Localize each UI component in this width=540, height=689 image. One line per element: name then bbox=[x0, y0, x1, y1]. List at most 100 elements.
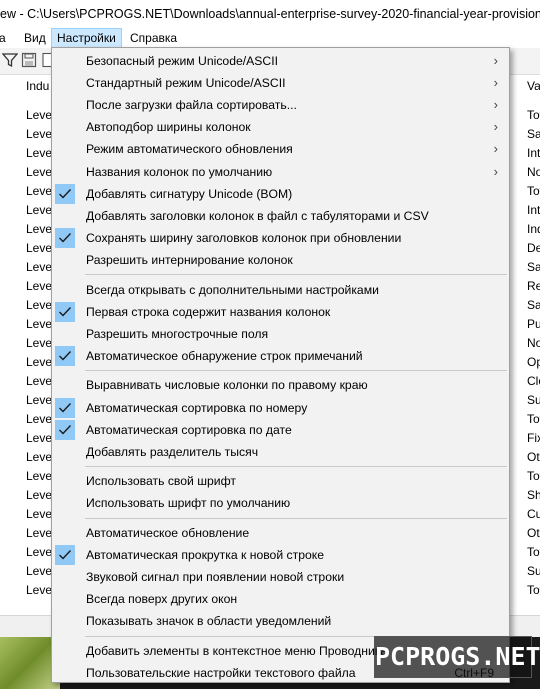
menu-item[interactable]: Автоматическое обнаружение строк примеча… bbox=[53, 345, 508, 367]
list-cell-left[interactable]: Leve bbox=[26, 507, 52, 521]
menu-item[interactable]: Автоматическая сортировка по дате bbox=[53, 419, 508, 441]
list-cell-left[interactable]: Leve bbox=[26, 260, 52, 274]
watermark-text: PCPROGS.NET bbox=[375, 642, 540, 671]
menu-item-label: Добавить элементы в контекстное меню Про… bbox=[86, 644, 388, 658]
menu-item[interactable]: Первая строка содержит названия колонок bbox=[53, 301, 508, 323]
list-cell-right[interactable]: Re bbox=[527, 279, 540, 293]
list-cell-right[interactable]: Ot bbox=[527, 526, 540, 540]
watermark-logo: PCPROGS.NET bbox=[374, 636, 540, 678]
menu-item-label: Разрешить интернирование колонок bbox=[86, 252, 293, 267]
menu-item[interactable]: Добавлять сигнатуру Unicode (BOM) bbox=[53, 183, 508, 205]
checkmark-icon bbox=[55, 227, 75, 248]
list-cell-left[interactable]: Leve bbox=[26, 279, 52, 293]
menu-help[interactable]: Справка bbox=[125, 29, 182, 47]
list-cell-right[interactable]: Pu bbox=[527, 317, 540, 331]
list-cell-left[interactable]: Leve bbox=[26, 526, 52, 540]
list-cell-left[interactable]: Leve bbox=[26, 298, 52, 312]
list-cell-right[interactable]: Tot bbox=[527, 184, 540, 198]
list-cell-right[interactable]: Ind bbox=[527, 222, 540, 236]
list-cell-right[interactable]: Su bbox=[527, 564, 540, 578]
menu-item-label: Всегда открывать с дополнительными настр… bbox=[86, 282, 379, 297]
list-cell-right[interactable]: Cu bbox=[527, 507, 540, 521]
menu-item[interactable]: Всегда поверх других окон bbox=[53, 588, 508, 610]
list-cell-right[interactable]: Tot bbox=[527, 469, 540, 483]
checkmark-icon bbox=[55, 545, 75, 566]
list-cell-left[interactable]: Leve bbox=[26, 203, 52, 217]
list-cell-right[interactable]: Sal bbox=[527, 298, 540, 312]
menu-item-label: Автоподбор ширины колонок bbox=[86, 120, 251, 135]
menu-item[interactable]: Разрешить многострочные поля bbox=[53, 323, 508, 345]
list-cell-right[interactable]: De bbox=[527, 241, 540, 255]
list-cell-right[interactable]: Tot bbox=[527, 583, 540, 597]
menu-item[interactable]: Сохранять ширину заголовков колонок при … bbox=[53, 227, 508, 249]
list-cell-right[interactable]: Int bbox=[527, 146, 540, 160]
menu-item[interactable]: Разрешить интернирование колонок bbox=[53, 249, 508, 271]
menu-settings[interactable]: Настройки bbox=[51, 28, 122, 48]
menu-item[interactable]: Показывать значок в области уведомлений bbox=[53, 610, 508, 632]
menu-item[interactable]: После загрузки файла сортировать... › bbox=[53, 94, 508, 116]
list-cell-left[interactable]: Leve bbox=[26, 108, 52, 122]
list-cell-left[interactable]: Leve bbox=[26, 431, 52, 445]
menu-item[interactable]: Использовать шрифт по умолчанию bbox=[53, 492, 508, 514]
column-header-variable[interactable]: Vari bbox=[527, 79, 540, 93]
list-cell-right[interactable]: Tot bbox=[527, 545, 540, 559]
list-cell-right[interactable]: Int bbox=[527, 203, 540, 217]
list-cell-left[interactable]: Leve bbox=[26, 222, 52, 236]
list-cell-right[interactable]: No bbox=[527, 336, 540, 350]
menu-item-label: Безопасный режим Unicode/ASCII bbox=[86, 54, 278, 68]
menu-item[interactable]: Режим автоматического обновления › bbox=[53, 138, 508, 160]
save-icon[interactable] bbox=[21, 52, 37, 68]
settings-dropdown-menu: Безопасный режим Unicode/ASCII › Стандартн… bbox=[51, 47, 510, 683]
list-cell-right[interactable]: Su bbox=[527, 393, 540, 407]
list-cell-right[interactable]: Clo bbox=[527, 374, 540, 388]
menu-item[interactable]: Звуковой сигнал при появлении новой стро… bbox=[53, 566, 508, 588]
list-cell-right[interactable]: Op bbox=[527, 355, 540, 369]
list-cell-left[interactable]: Leve bbox=[26, 450, 52, 464]
list-cell-left[interactable]: Leve bbox=[26, 583, 52, 597]
list-cell-right[interactable]: Tot bbox=[527, 412, 540, 426]
menu-item[interactable]: Автоматическая прокрутка к новой строке bbox=[53, 544, 508, 566]
list-cell-right[interactable]: Ot bbox=[527, 450, 540, 464]
list-cell-right[interactable]: Sal bbox=[527, 127, 540, 141]
menu-item[interactable]: Безопасный режим Unicode/ASCII › bbox=[53, 50, 508, 72]
list-cell-left[interactable]: Leve bbox=[26, 393, 52, 407]
menu-item[interactable]: Добавлять разделитель тысяч bbox=[53, 441, 508, 463]
column-header-industry[interactable]: Indu bbox=[26, 79, 49, 93]
menu-separator bbox=[85, 517, 507, 519]
list-cell-right[interactable]: Fix bbox=[527, 431, 540, 445]
submenu-arrow-icon: › bbox=[493, 163, 498, 179]
list-cell-left[interactable]: Leve bbox=[26, 241, 52, 255]
checkmark-icon bbox=[55, 419, 75, 440]
list-cell-left[interactable]: Leve bbox=[26, 412, 52, 426]
filter-icon[interactable] bbox=[1, 52, 19, 68]
menu-item-label: Автоматическое обнаружение строк примеча… bbox=[86, 348, 363, 363]
menu-item[interactable]: Автоматическая сортировка по номеру bbox=[53, 397, 508, 419]
menu-item[interactable]: Названия колонок по умолчанию › bbox=[53, 161, 508, 183]
menu-item[interactable]: Автоподбор ширины колонок › bbox=[53, 116, 508, 138]
menu-view[interactable]: Вид bbox=[19, 29, 51, 47]
menu-item[interactable]: Использовать свой шрифт bbox=[53, 470, 508, 492]
list-cell-left[interactable]: Leve bbox=[26, 564, 52, 578]
list-cell-right[interactable]: Tot bbox=[527, 108, 540, 122]
list-cell-left[interactable]: Leve bbox=[26, 146, 52, 160]
menu-item[interactable]: Стандартный режим Unicode/ASCII › bbox=[53, 72, 508, 94]
list-cell-right[interactable]: No bbox=[527, 165, 540, 179]
menu-file[interactable]: а bbox=[0, 29, 11, 47]
list-cell-left[interactable]: Leve bbox=[26, 374, 52, 388]
list-cell-left[interactable]: Leve bbox=[26, 336, 52, 350]
list-cell-left[interactable]: Leve bbox=[26, 184, 52, 198]
list-cell-left[interactable]: Leve bbox=[26, 165, 52, 179]
list-cell-right[interactable]: Sha bbox=[527, 488, 540, 502]
submenu-arrow-icon: › bbox=[493, 141, 498, 157]
list-cell-left[interactable]: Leve bbox=[26, 469, 52, 483]
list-cell-left[interactable]: Leve bbox=[26, 127, 52, 141]
list-cell-left[interactable]: Leve bbox=[26, 317, 52, 331]
menu-item[interactable]: Всегда открывать с дополнительными настр… bbox=[53, 279, 508, 301]
list-cell-left[interactable]: Leve bbox=[26, 355, 52, 369]
menu-item[interactable]: Автоматическое обновление bbox=[53, 522, 508, 544]
list-cell-left[interactable]: Leve bbox=[26, 488, 52, 502]
list-cell-right[interactable]: Sal bbox=[527, 260, 540, 274]
menu-item[interactable]: Добавлять заголовки колонок в файл с таб… bbox=[53, 205, 508, 227]
list-cell-left[interactable]: Leve bbox=[26, 545, 52, 559]
menu-item[interactable]: Выравнивать числовые колонки по правому … bbox=[53, 374, 508, 396]
